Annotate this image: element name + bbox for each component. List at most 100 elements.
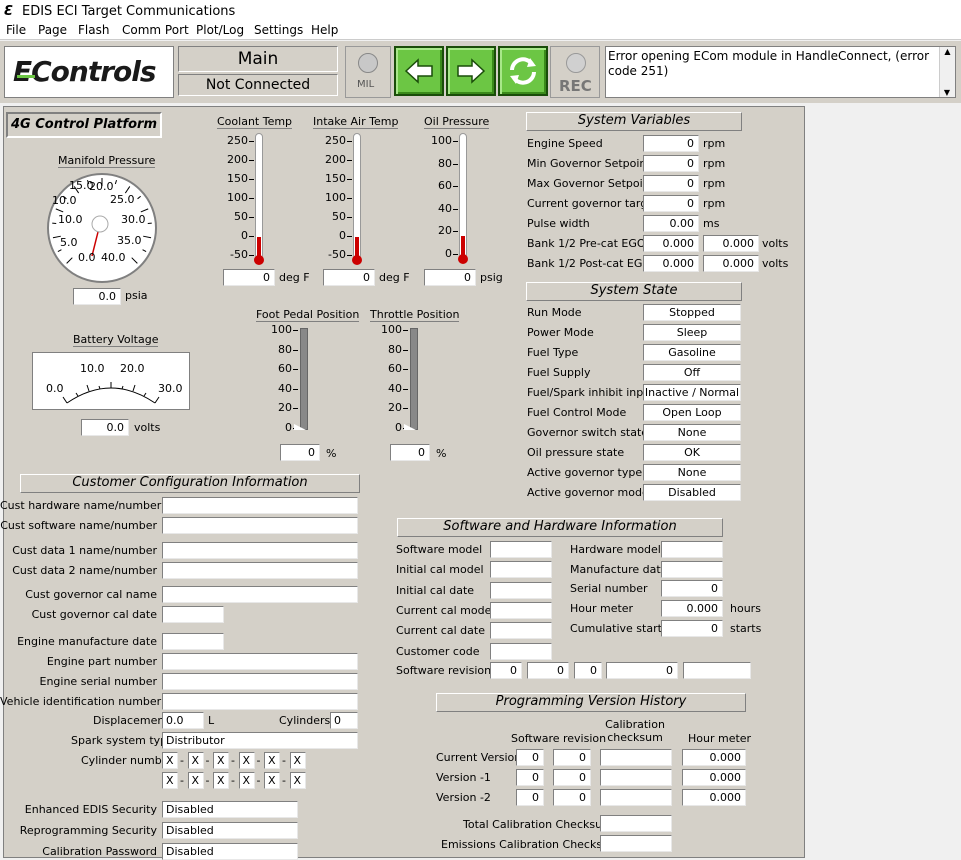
message-scrollbar[interactable]: ▲ ▼ [939, 47, 955, 97]
cust-config-label: Engine manufacture date [0, 635, 157, 649]
cust-config-value[interactable] [162, 693, 358, 710]
prog-row-label: Current Version [436, 751, 521, 765]
manifold-value: 0.0 [73, 288, 121, 305]
cust-config-value[interactable] [162, 673, 358, 690]
menu-plot-log[interactable]: Plot/Log [196, 23, 244, 37]
battery-tick: 0.0 [46, 382, 64, 396]
sysstate-value: Sleep [643, 324, 741, 341]
cust-config-value[interactable] [162, 586, 358, 603]
bar-value: 0 [280, 444, 320, 461]
cylinder-slot[interactable]: X [213, 752, 229, 769]
forward-button[interactable] [446, 46, 496, 96]
manifold-title: Manifold Pressure [58, 154, 155, 168]
spark-label: Spark system type [71, 734, 174, 748]
refresh-icon [500, 48, 546, 94]
cylinder-slot[interactable]: X [290, 772, 306, 789]
tick-mark [347, 160, 352, 161]
cylinder-slot[interactable]: X [264, 772, 280, 789]
manifold-tick: 10.0 [52, 194, 77, 208]
cylinder-slot[interactable]: X [264, 752, 280, 769]
tick-mark [249, 198, 254, 199]
thermometer-tick: 80 [422, 158, 452, 170]
thermometer-bulb [352, 255, 362, 265]
thermometer-tick: 250 [218, 135, 248, 147]
prog-sw1: 0 [516, 789, 544, 806]
tick-mark [403, 330, 408, 331]
menu-help[interactable]: Help [311, 23, 338, 37]
cust-config-label: Vehicle identification number [0, 695, 157, 709]
page-name: Main [178, 46, 338, 72]
cylinder-slot[interactable]: X [290, 752, 306, 769]
prog-hour: 0.000 [682, 789, 746, 806]
sysstate-label: Power Mode [527, 326, 594, 340]
sysvar-value: 0 [643, 135, 699, 152]
thermometer-tick: 100 [422, 135, 452, 147]
sw-hw-value [490, 643, 552, 660]
mil-indicator: MIL [345, 46, 391, 98]
scroll-down-icon[interactable]: ▼ [940, 88, 954, 97]
cylinder-slot[interactable]: X [188, 772, 204, 789]
sw-revision-label: Software revision [396, 664, 491, 678]
prog-row-label: Version -2 [436, 791, 491, 805]
back-button[interactable] [394, 46, 444, 96]
sw-hw-value: 0.000 [661, 600, 723, 617]
cust-config-value[interactable] [162, 542, 358, 559]
cylinder-separator: - [180, 774, 184, 788]
sw-hw-label: Current cal date [396, 624, 485, 638]
spark-value[interactable]: Distributor [162, 732, 358, 749]
manifold-unit: psia [125, 289, 148, 303]
cylinder-slot[interactable]: X [162, 752, 178, 769]
prog-checksum [600, 789, 672, 806]
thermometer-tick: 100 [316, 192, 346, 204]
thermometer-fill [461, 236, 465, 256]
cust-config-value[interactable] [162, 633, 224, 650]
sysvar-value: 0.000 [643, 235, 699, 252]
security-value: Disabled [162, 822, 298, 839]
platform-title: 4G Control Platform [6, 112, 162, 138]
sysvar-value2: 0.000 [703, 255, 759, 272]
tick-mark [347, 198, 352, 199]
record-button[interactable]: REC [550, 46, 600, 98]
thermometer-tick: 50 [316, 211, 346, 223]
cylinder-slot[interactable]: X [239, 772, 255, 789]
cylinders-value[interactable]: 0 [330, 712, 358, 729]
menu-page[interactable]: Page [38, 23, 67, 37]
cylinder-slot[interactable]: X [239, 752, 255, 769]
thermometer-tick: 100 [218, 192, 248, 204]
manifold-tick: 30.0 [121, 213, 146, 227]
thermometer-tick: 200 [316, 154, 346, 166]
menu-comm-port[interactable]: Comm Port [122, 23, 189, 37]
sysvar-label: Bank 1/2 Pre-cat EGO [527, 237, 646, 251]
tick-mark [293, 330, 298, 331]
cust-config-value[interactable] [162, 606, 224, 623]
prog-sw1: 0 [516, 769, 544, 786]
menu-file[interactable]: File [6, 23, 26, 37]
bar-tick: 80 [262, 344, 292, 356]
sysstate-value: Inactive / Normal [643, 384, 741, 401]
scroll-up-icon[interactable]: ▲ [940, 47, 955, 56]
tick-mark [293, 389, 298, 390]
sysvar-value2: 0.000 [703, 235, 759, 252]
bar-tick: 20 [262, 402, 292, 414]
cylinder-separator: - [282, 774, 286, 788]
thermometer-fill [355, 237, 359, 257]
cust-config-value[interactable] [162, 497, 358, 514]
manifold-tick: 0.0 [78, 251, 96, 265]
refresh-button[interactable] [498, 46, 548, 96]
displacement-value[interactable]: 0.0 [162, 712, 204, 729]
cust-config-value[interactable] [162, 517, 358, 534]
menu-flash[interactable]: Flash [78, 23, 109, 37]
cylinder-slot[interactable]: X [162, 772, 178, 789]
sysstate-label: Run Mode [527, 306, 582, 320]
menu-settings[interactable]: Settings [254, 23, 303, 37]
total-checksum-value [600, 815, 672, 832]
sysvar-unit: rpm [703, 177, 725, 191]
cylinder-slot[interactable]: X [188, 752, 204, 769]
cust-config-value[interactable] [162, 653, 358, 670]
thermometer-fill [257, 237, 261, 257]
thermometer-tick: -50 [316, 249, 346, 261]
sysvar-label: Bank 1/2 Post-cat EGO [527, 257, 651, 271]
cylinder-slot[interactable]: X [213, 772, 229, 789]
cust-config-value[interactable] [162, 562, 358, 579]
prog-sw2: 0 [553, 769, 591, 786]
